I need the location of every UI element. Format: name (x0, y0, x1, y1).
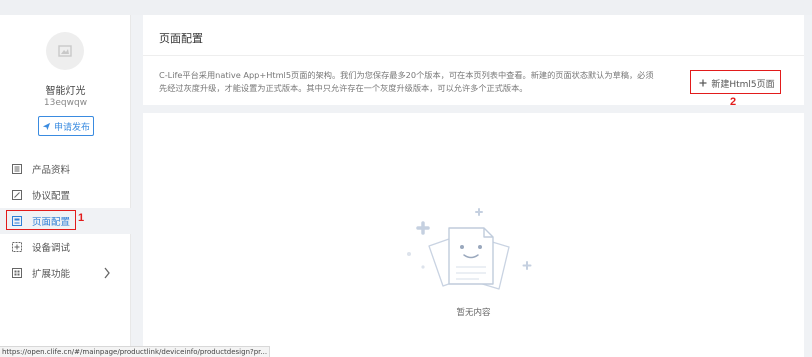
product-id: 13eqwqw (43, 98, 88, 108)
sidebar-item-label: 扩展功能 (32, 269, 71, 280)
empty-documents-icon (407, 208, 532, 290)
status-bar-url: https://open.clife.cn/#/mainpage/product… (0, 346, 270, 357)
sidebar-item-extensions[interactable]: 扩展功能 (0, 260, 131, 286)
product-name: 智能灯光 (45, 86, 86, 97)
annotation-mark-2: 2 (730, 96, 737, 108)
sidebar-item-label: 产品资料 (32, 165, 71, 176)
sidebar-item-label: 设备调试 (32, 243, 71, 254)
page-description: C-Life平台采用native App+Html5页面的架构。我们为您保存最多… (159, 70, 654, 93)
plus-icon (699, 79, 707, 87)
page-header-panel: 页面配置 C-Life平台采用native App+Html5页面的架构。我们为… (143, 15, 804, 108)
sidebar-item-protocol[interactable]: 协议配置 (0, 182, 131, 208)
image-placeholder-icon (58, 45, 72, 57)
sidebar-item-debug[interactable]: 设备调试 (0, 234, 131, 260)
page-title: 页面配置 (159, 32, 203, 45)
product-avatar (46, 32, 84, 70)
header-divider (143, 55, 804, 56)
edit-icon (12, 190, 22, 200)
apply-publish-button[interactable]: 申请发布 (38, 116, 94, 136)
document-list-icon (12, 164, 22, 174)
apply-publish-label: 申请发布 (53, 122, 90, 133)
content-panel: 暂无内容 (143, 113, 804, 357)
send-icon (42, 122, 51, 130)
highlight-box-1 (6, 210, 76, 230)
grid-icon (12, 268, 22, 278)
new-html5-page-label: 新建Html5页面 (711, 79, 775, 90)
sidebar-item-product-info[interactable]: 产品资料 (0, 156, 131, 182)
new-html5-page-button[interactable]: 新建Html5页面 (695, 74, 779, 92)
annotation-mark-1: 1 (78, 212, 85, 224)
sidebar: 智能灯光 13eqwqw 申请发布 产品资料 协议配置 页面配置 设备调试 扩展… (0, 15, 131, 357)
top-strip (0, 0, 812, 15)
empty-state-text: 暂无内容 (456, 308, 491, 318)
debug-icon (12, 242, 22, 252)
sidebar-item-label: 协议配置 (32, 191, 71, 202)
chevron-right-icon (104, 267, 110, 279)
